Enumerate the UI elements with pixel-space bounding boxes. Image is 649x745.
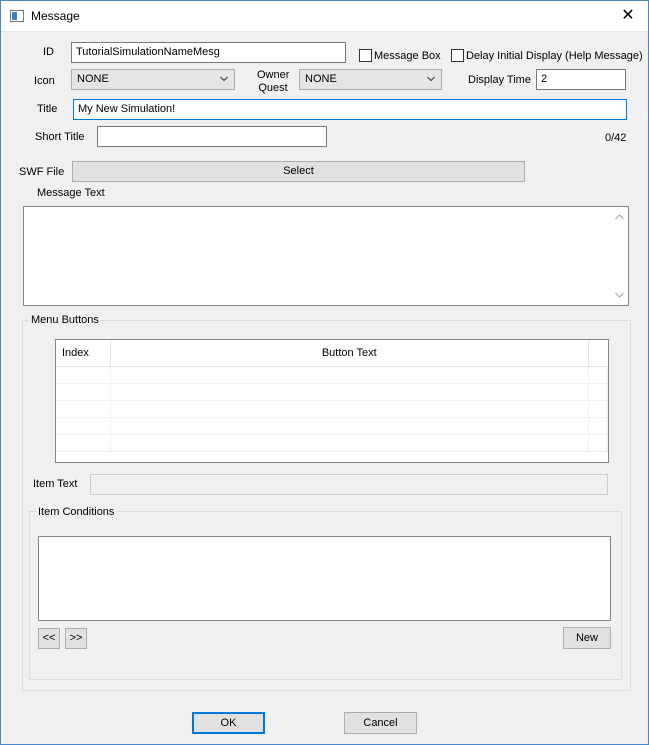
scroll-down-icon[interactable] <box>615 292 624 298</box>
owner-quest-label-line1: Owner <box>257 69 290 81</box>
window-app-icon <box>10 10 24 22</box>
ok-button[interactable]: OK <box>192 712 265 734</box>
owner-quest-label: Owner Quest <box>257 69 289 95</box>
title-input[interactable]: My New Simulation! <box>73 99 627 120</box>
short-title-input[interactable] <box>97 126 327 147</box>
column-header-index[interactable]: Index <box>56 340 111 367</box>
id-input[interactable]: TutorialSimulationNameMesg <box>71 42 346 63</box>
owner-quest-select[interactable]: NONE <box>299 69 442 90</box>
icon-select[interactable]: NONE <box>71 69 235 90</box>
item-conditions-area[interactable] <box>38 536 611 621</box>
item-conditions-group-title: Item Conditions <box>36 506 117 518</box>
table-row <box>56 366 608 384</box>
message-text-scrollbar[interactable] <box>611 207 628 305</box>
close-icon[interactable]: ✕ <box>608 1 648 31</box>
menu-buttons-table[interactable]: Index Button Text <box>55 339 609 463</box>
icon-select-value: NONE <box>77 73 109 85</box>
message-box-checkbox[interactable] <box>359 49 372 62</box>
owner-quest-label-line2: Quest <box>258 82 288 94</box>
column-header-button-text[interactable]: Button Text <box>110 340 589 367</box>
item-text-label: Item Text <box>33 478 78 490</box>
message-box-label[interactable]: Message Box <box>374 50 441 62</box>
menu-buttons-group-title: Menu Buttons <box>29 314 101 326</box>
icon-label: Icon <box>34 75 55 87</box>
cancel-button[interactable]: Cancel <box>344 712 417 734</box>
next-condition-button[interactable]: >> <box>65 628 87 649</box>
column-header-filler <box>588 340 608 367</box>
swf-file-label: SWF File <box>19 166 65 178</box>
table-row <box>56 417 608 435</box>
title-label: Title <box>37 103 58 115</box>
short-title-char-count: 0/42 <box>605 132 627 144</box>
chevron-down-icon <box>427 76 435 82</box>
owner-quest-select-value: NONE <box>305 73 337 85</box>
message-dialog: Message ✕ ID TutorialSimulationNameMesg … <box>0 0 649 745</box>
table-row <box>56 400 608 418</box>
title-bar: Message ✕ <box>1 1 648 32</box>
scroll-up-icon[interactable] <box>615 214 624 220</box>
message-text-area[interactable] <box>23 206 629 306</box>
window-title: Message <box>31 9 80 23</box>
short-title-label: Short Title <box>35 131 85 143</box>
item-text-input[interactable] <box>90 474 608 495</box>
delay-initial-display-label[interactable]: Delay Initial Display (Help Message) <box>466 50 643 62</box>
chevron-down-icon <box>220 76 228 82</box>
display-time-input[interactable]: 2 <box>536 69 626 90</box>
previous-condition-button[interactable]: << <box>38 628 60 649</box>
message-text-label: Message Text <box>37 187 105 199</box>
delay-initial-display-checkbox[interactable] <box>451 49 464 62</box>
swf-select-button[interactable]: Select <box>72 161 525 182</box>
new-condition-button[interactable]: New <box>563 627 611 649</box>
table-header-row: Index Button Text <box>56 340 608 367</box>
id-label: ID <box>43 46 54 58</box>
table-row <box>56 434 608 452</box>
table-row <box>56 383 608 401</box>
menu-buttons-grid: Index Button Text <box>56 340 608 452</box>
display-time-label: Display Time <box>468 74 531 86</box>
